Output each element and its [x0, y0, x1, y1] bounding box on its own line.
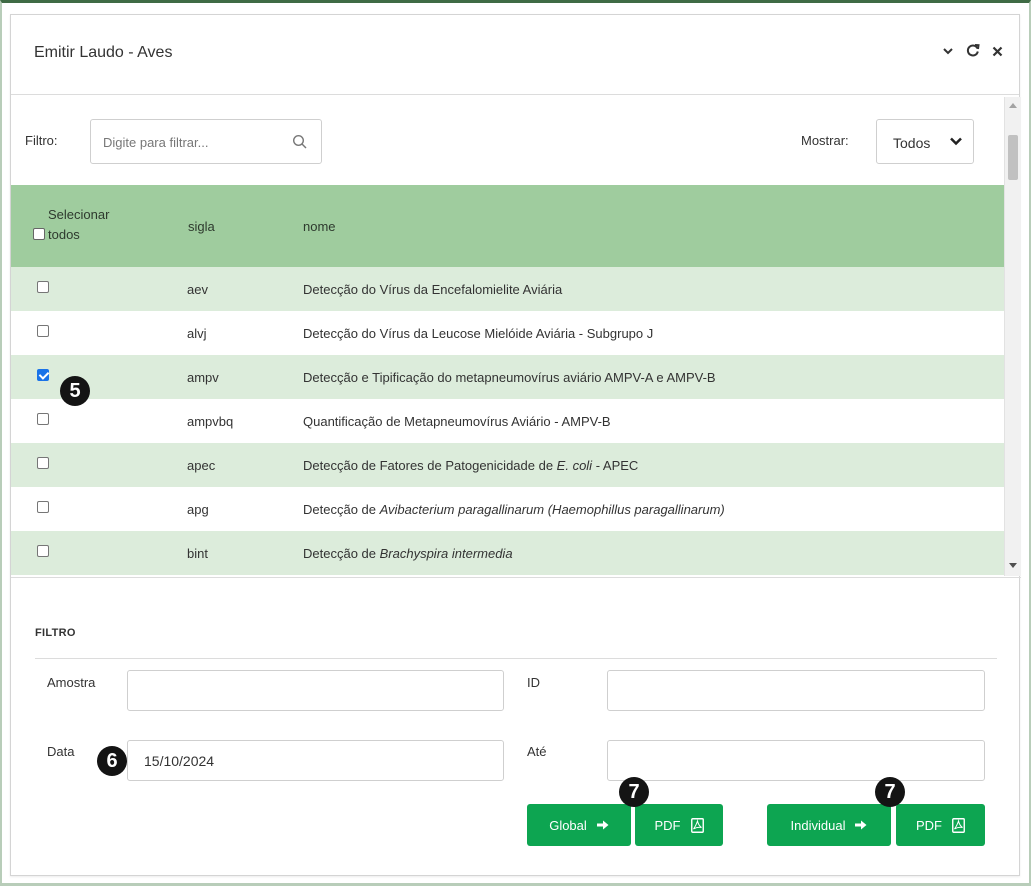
- row-checkbox[interactable]: [37, 457, 49, 469]
- select-all-checkbox[interactable]: [33, 228, 45, 240]
- column-header-sigla[interactable]: sigla: [188, 219, 215, 234]
- global-pdf-label: PDF: [654, 817, 681, 833]
- section-divider: [35, 658, 997, 659]
- amostra-label: Amostra: [47, 675, 96, 690]
- row-checkbox[interactable]: [37, 413, 49, 425]
- filter-section-title: FILTRO: [35, 627, 76, 639]
- ate-field: [607, 740, 985, 781]
- row-nome: Quantificação de Metapneumovírus Aviário…: [303, 414, 611, 429]
- laudo-dialog: Emitir Laudo - Aves Filtro: Mostr: [10, 14, 1021, 877]
- pdf-file-icon: [952, 817, 965, 833]
- data-label: Data: [47, 744, 75, 759]
- step-badge-7-global: 7: [619, 777, 649, 807]
- scroll-down-icon[interactable]: [1009, 563, 1017, 568]
- exam-table-area: Filtro: Mostrar: Todos Selecionar todos …: [11, 97, 1021, 576]
- row-checkbox[interactable]: [37, 281, 49, 293]
- table-row[interactable]: alvj Detecção do Vírus da Leucose Mielóid…: [11, 311, 1004, 355]
- row-sigla: apec: [187, 458, 216, 473]
- individual-button[interactable]: Individual: [767, 804, 891, 846]
- step-badge-5: 5: [60, 376, 90, 406]
- dialog-title: Emitir Laudo - Aves: [34, 44, 173, 61]
- id-label: ID: [527, 675, 540, 690]
- search-input[interactable]: [103, 132, 283, 152]
- row-sigla: ampvbq: [187, 414, 234, 429]
- table-row[interactable]: aev Detecção do Vírus da Encefalomielite …: [11, 267, 1004, 311]
- table-row[interactable]: ampvbq Quantificação de Metapneumovírus A…: [11, 399, 1004, 443]
- data-input[interactable]: [128, 741, 503, 780]
- search-box: [90, 119, 322, 164]
- row-nome-part: Detecção do Vírus da Encefalomielite Avi…: [303, 282, 563, 297]
- row-checkbox[interactable]: [37, 369, 49, 381]
- row-checkbox[interactable]: [37, 545, 49, 557]
- table-filter-bar: Filtro: Mostrar: Todos: [11, 97, 1004, 185]
- individual-button-label: Individual: [790, 817, 846, 833]
- chevron-down-icon: [950, 137, 962, 146]
- header-controls: [942, 43, 1003, 60]
- report-filter-section: FILTRO Amostra ID Data Até 6 Global PDF …: [11, 577, 1021, 877]
- dialog-header: Emitir Laudo - Aves: [11, 15, 1019, 95]
- filter-label: Filtro:: [25, 133, 58, 148]
- row-nome: Detecção de Fatores de Patogenicidade de…: [303, 458, 638, 473]
- row-nome: Detecção e Tipificação do metapneumovíru…: [303, 370, 716, 385]
- row-nome-part: E. coli: [556, 458, 593, 473]
- ate-label: Até: [527, 744, 547, 759]
- scrollbar-thumb[interactable]: [1008, 135, 1018, 180]
- row-nome-part: Brachyspira intermedia: [379, 546, 513, 561]
- row-sigla: apg: [187, 502, 209, 517]
- row-nome-part: Detecção do Vírus da Leucose Mielóide Av…: [303, 326, 654, 341]
- row-nome-part: Avibacterium paragallinarum (Haemophillu…: [379, 502, 725, 517]
- show-select[interactable]: Todos: [876, 119, 974, 164]
- amostra-field: [127, 670, 504, 711]
- step-badge-6: 6: [97, 746, 127, 776]
- row-nome: Detecção do Vírus da Encefalomielite Avi…: [303, 282, 562, 297]
- global-button-label: Global: [549, 817, 587, 833]
- show-label: Mostrar:: [801, 133, 849, 148]
- chevron-down-icon[interactable]: [942, 44, 954, 60]
- table-row[interactable]: apg Detecção de Avibacterium paragallinar…: [11, 487, 1004, 531]
- row-checkbox[interactable]: [37, 325, 49, 337]
- row-nome-part: - APEC: [592, 458, 639, 473]
- row-nome-part: Detecção e Tipificação do metapneumovíru…: [303, 370, 716, 385]
- row-sigla: bint: [187, 546, 208, 561]
- scroll-up-icon[interactable]: [1009, 103, 1017, 108]
- arrow-right-icon: [596, 820, 609, 830]
- global-button[interactable]: Global: [527, 804, 631, 846]
- row-nome-part: Quantificação de Metapneumovírus Aviário…: [303, 414, 611, 429]
- individual-pdf-button[interactable]: PDF: [896, 804, 985, 846]
- id-input[interactable]: [608, 671, 984, 710]
- table-row[interactable]: apec Detecção de Fatores de Patogenicidad…: [11, 443, 1004, 487]
- row-nome-part: Detecção de: [303, 546, 380, 561]
- close-icon[interactable]: [992, 44, 1003, 60]
- ate-input[interactable]: [608, 741, 984, 780]
- row-sigla: alvj: [187, 326, 207, 341]
- row-nome: Detecção do Vírus da Leucose Mielóide Av…: [303, 326, 653, 341]
- search-icon: [292, 134, 307, 149]
- show-select-value: Todos: [893, 135, 931, 151]
- table-scrollbar[interactable]: [1004, 97, 1021, 576]
- amostra-input[interactable]: [128, 671, 503, 710]
- row-sigla: ampv: [187, 370, 219, 385]
- row-nome: Detecção de Avibacterium paragallinarum …: [303, 502, 725, 517]
- pdf-file-icon: [690, 817, 704, 833]
- id-field: [607, 670, 985, 711]
- data-field: [127, 740, 504, 781]
- row-checkbox[interactable]: [37, 501, 49, 513]
- table-row[interactable]: ampv Detecção e Tipificação do metapneumo…: [11, 355, 1004, 399]
- arrow-right-icon: [855, 820, 867, 830]
- table-header: Selecionar todos sigla nome: [11, 185, 1004, 267]
- table-row[interactable]: bint Detecção de Brachyspira intermedia: [11, 531, 1004, 575]
- refresh-icon[interactable]: [966, 43, 980, 60]
- row-nome-part: Detecção de: [303, 502, 380, 517]
- global-pdf-button[interactable]: PDF: [635, 804, 723, 846]
- individual-pdf-label: PDF: [916, 817, 942, 833]
- row-sigla: aev: [187, 282, 208, 297]
- column-header-nome[interactable]: nome: [303, 219, 336, 234]
- select-all-label: Selecionar todos: [48, 207, 110, 242]
- row-nome-part: Detecção de Fatores de Patogenicidade de: [303, 458, 557, 473]
- select-all-header[interactable]: Selecionar todos: [33, 205, 143, 245]
- step-badge-7-individual: 7: [875, 777, 905, 807]
- row-nome: Detecção de Brachyspira intermedia: [303, 546, 513, 561]
